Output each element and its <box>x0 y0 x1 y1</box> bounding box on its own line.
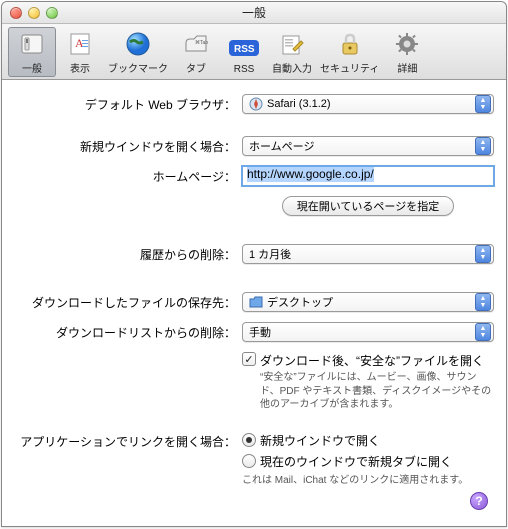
tab-icon: ⌘Tab <box>181 29 211 59</box>
download-location-popup[interactable]: デスクトップ ▲▼ <box>242 292 494 312</box>
rss-icon: RSS <box>229 33 259 63</box>
homepage-value: http://www.google.co.jp/ <box>247 166 374 182</box>
toolbar-label: タブ <box>186 60 206 75</box>
window-title: 一般 <box>2 4 506 21</box>
toolbar-label: ブックマーク <box>108 60 168 75</box>
default-browser-popup[interactable]: Safari (3.1.2) ▲▼ <box>242 94 494 114</box>
updown-arrows-icon: ▲▼ <box>475 137 491 155</box>
toolbar-label: 詳細 <box>397 60 417 75</box>
history-remove-value: 1 カ月後 <box>249 246 291 262</box>
toolbar-security[interactable]: セキュリティ <box>316 27 383 77</box>
titlebar: 一般 <box>2 2 506 24</box>
link-open-newtab-radio[interactable] <box>242 454 256 468</box>
new-window-value: ホームページ <box>249 138 314 154</box>
toolbar-advanced[interactable]: 詳細 <box>383 27 431 77</box>
toolbar-label: セキュリティ <box>320 60 379 75</box>
link-open-newtab-label: 現在のウインドウで新規タブに開く <box>260 453 452 470</box>
history-remove-popup[interactable]: 1 カ月後 ▲▼ <box>242 244 494 264</box>
link-open-note: これは Mail、iChat などのリンクに適用されます。 <box>242 474 468 488</box>
default-browser-label: デフォルト Web ブラウザ： <box>14 96 242 113</box>
folder-icon <box>249 296 263 308</box>
toolbar-tabs[interactable]: ⌘Tab タブ <box>172 27 220 77</box>
download-location-label: ダウンロードしたファイルの保存先： <box>14 294 242 311</box>
toolbar-general[interactable]: 一般 <box>8 27 56 77</box>
set-to-current-button[interactable]: 現在開いているページを指定 <box>282 196 454 216</box>
toolbar-autofill[interactable]: 自動入力 <box>268 27 316 77</box>
download-list-remove-value: 手動 <box>249 324 271 340</box>
default-browser-value: Safari (3.1.2) <box>267 98 331 110</box>
new-window-popup[interactable]: ホームページ ▲▼ <box>242 136 494 156</box>
download-list-remove-label: ダウンロードリストからの削除： <box>14 324 242 341</box>
toolbar-bookmarks[interactable]: ブックマーク <box>104 27 172 77</box>
history-remove-label: 履歴からの削除： <box>14 246 242 263</box>
toolbar-label: RSS <box>234 64 255 75</box>
safe-open-checkbox[interactable] <box>242 352 256 366</box>
link-open-newwindow-label: 新規ウインドウで開く <box>260 432 380 449</box>
lock-icon <box>335 29 365 59</box>
svg-text:RSS: RSS <box>234 44 255 55</box>
updown-arrows-icon: ▲▼ <box>475 323 491 341</box>
compass-icon <box>249 97 263 111</box>
link-open-label: アプリケーションでリンクを開く場合： <box>14 432 242 450</box>
link-open-newwindow-radio[interactable] <box>242 433 256 447</box>
download-location-value: デスクトップ <box>267 294 333 310</box>
toolbar-label: 表示 <box>70 60 90 75</box>
toolbar-appearance[interactable]: A 表示 <box>56 27 104 77</box>
switch-icon <box>17 29 47 59</box>
toolbar-label: 一般 <box>22 60 42 75</box>
svg-text:⌘Tab: ⌘Tab <box>195 40 208 46</box>
toolbar-label: 自動入力 <box>272 60 312 75</box>
pencil-form-icon <box>277 29 307 59</box>
globe-icon <box>123 29 153 59</box>
safe-open-label: ダウンロード後、“安全な”ファイルを開く <box>260 352 484 369</box>
download-list-remove-popup[interactable]: 手動 ▲▼ <box>242 322 494 342</box>
new-window-label: 新規ウインドウを開く場合： <box>14 138 242 155</box>
font-page-icon: A <box>65 29 95 59</box>
homepage-input[interactable]: http://www.google.co.jp/ <box>242 166 494 186</box>
gear-icon <box>392 29 422 59</box>
toolbar: 一般 A 表示 ブックマーク <box>2 24 506 80</box>
help-button[interactable]: ? <box>470 492 488 510</box>
updown-arrows-icon: ▲▼ <box>475 245 491 263</box>
set-to-current-label: 現在開いているページを指定 <box>297 198 439 214</box>
updown-arrows-icon: ▲▼ <box>475 95 491 113</box>
safe-open-note: “安全な”ファイルには、ムービー、画像、サウンド、PDF やテキスト書類、ディス… <box>242 371 494 412</box>
homepage-label: ホームページ： <box>14 168 242 185</box>
updown-arrows-icon: ▲▼ <box>475 293 491 311</box>
toolbar-rss[interactable]: RSS RSS <box>220 31 268 77</box>
